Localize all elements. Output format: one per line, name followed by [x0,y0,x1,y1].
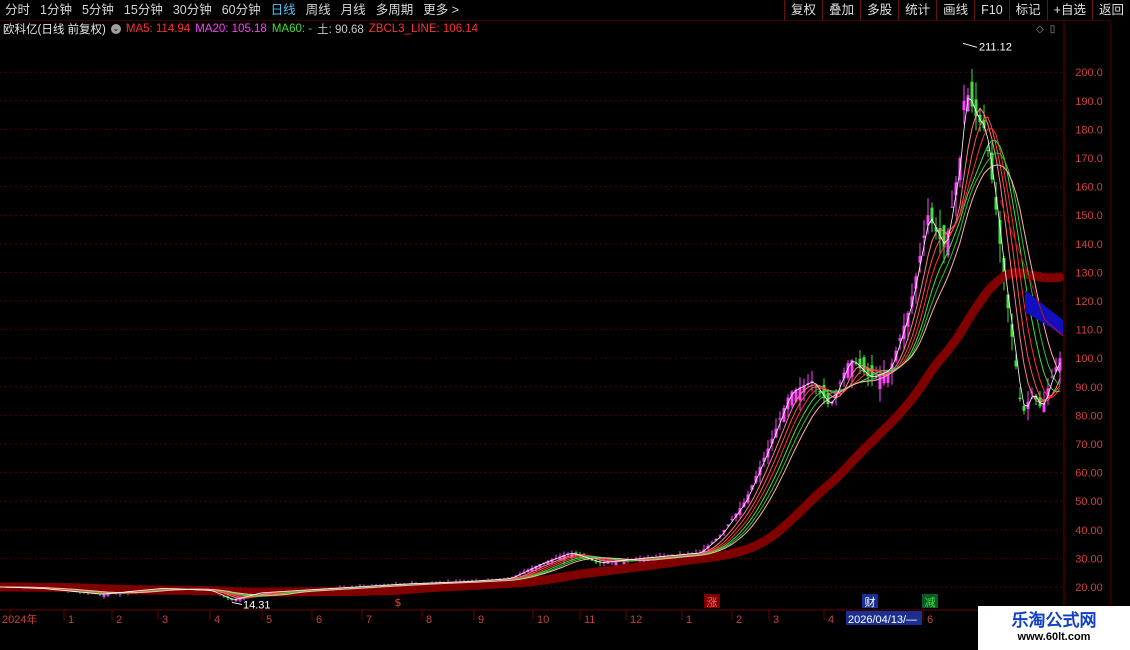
back-button[interactable]: 返回 [1091,0,1130,20]
side-panel [1110,20,1130,630]
event-marker: 涨 [707,596,718,609]
candle-body [594,561,598,563]
restore-rights-button[interactable]: 复权 [784,0,822,20]
date-tick-label: 6 [927,614,933,626]
price-tick-label: 110.0 [1076,325,1103,337]
statistics-button[interactable]: 统计 [898,0,936,20]
tab-60min[interactable]: 60分钟 [217,0,266,20]
price-tick-label: 90.00 [1075,382,1103,394]
multi-stock-button[interactable]: 多股 [860,0,898,20]
ma-ribbon-line [0,164,1061,596]
price-tick-label: 60.00 [1075,468,1103,480]
annotations: $ 涨 财 减 211.12 14.31 [231,41,1012,611]
toolbar: 分时 1分钟 5分钟 15分钟 30分钟 60分钟 日线 周线 月线 多周期 更… [0,0,1130,21]
price-tick-label: 200.0 [1075,67,1103,79]
tab-monthly[interactable]: 月线 [336,0,371,20]
tab-15min[interactable]: 15分钟 [119,0,168,20]
low-label: 14.31 [243,599,271,611]
candle-body [1022,405,1026,411]
candle-body [962,100,966,111]
low-pointer [231,601,243,605]
tab-weekly[interactable]: 周线 [301,0,336,20]
event-marker: 财 [865,595,876,609]
candle-body [838,382,842,384]
high-pointer [962,42,978,48]
price-axis: 200.0 190.0 180.0 170.0 160.0 150.0 140.0 130.0… [1063,20,1103,630]
period-tabs: 分时 1分钟 5分钟 15分钟 30分钟 60分钟 日线 周线 月线 多周期 更… [0,0,464,20]
draw-line-button[interactable]: 画线 [936,0,974,20]
date-tick-label: 5 [266,614,272,626]
date-tick-label: 11 [584,614,595,626]
event-marker: 减 [925,596,936,609]
date-tick-label: 12 [630,614,642,626]
tab-daily[interactable]: 日线 [266,0,301,20]
tab-multi-period[interactable]: 多周期 [371,0,419,20]
price-tick-label: 80.00 [1075,410,1103,422]
candle-body [950,206,954,208]
ma-ribbon-line [0,128,1061,598]
date-tick-label: 2026/04/13/— [848,614,917,626]
ma-ribbon-line [0,107,1061,599]
tab-30min[interactable]: 30分钟 [168,0,217,20]
long-ma-band [0,267,1065,597]
date-tick-label: 4 [828,614,834,626]
date-tick-label: 10 [537,614,549,626]
watermark-title: 乐淘公式网 [1011,610,1097,631]
f10-button[interactable]: F10 [974,0,1009,20]
mark-button[interactable]: 标记 [1008,0,1047,20]
tab-1min[interactable]: 1分钟 [35,0,77,20]
candle-body [1018,397,1022,400]
event-marker: $ [395,596,402,609]
price-tick-label: 20.00 [1075,582,1103,594]
ma5-line [0,97,1061,600]
date-tick-label: 7 [366,614,372,626]
date-tick-label: 1 [68,614,74,626]
price-tick-label: 100.0 [1075,353,1103,365]
date-tick-label: 3 [162,614,168,626]
date-axis: 2024年 1 2 3 4 5 6 7 8 9 10 11 12 1 2 3 4 2026/04/13/— 6 [0,609,1110,626]
watermark-logo: 乐淘公式网 www.60lt.com [978,606,1130,650]
watermark-url: www.60lt.com [1017,631,1091,644]
price-tick-label: 70.00 [1075,439,1103,451]
ma-ribbon-line [0,140,1061,597]
price-tick-label: 180.0 [1075,124,1103,136]
tab-5min[interactable]: 5分钟 [77,0,119,20]
price-tick-label: 40.00 [1075,525,1103,537]
add-watchlist-button[interactable]: +自选 [1046,0,1092,20]
tab-more[interactable]: 更多 > [418,0,464,20]
price-tick-label: 120.0 [1075,296,1103,308]
high-label: 211.12 [979,41,1012,53]
date-tick-label: 3 [773,614,779,626]
date-tick-label: 2 [116,614,122,626]
price-tick-label: 50.00 [1075,496,1103,508]
right-button-group: 复权 叠加 多股 统计 画线 F10 标记 +自选 返回 [784,0,1130,20]
price-tick-label: 190.0 [1075,96,1103,108]
price-tick-label: 130.0 [1075,267,1103,279]
date-tick-label: 1 [686,614,692,626]
date-tick-label: 2024年 [2,612,37,626]
price-tick-label: 140.0 [1075,239,1103,251]
price-tick-label: 150.0 [1075,210,1103,222]
date-tick-label: 4 [214,614,220,626]
date-tick-label: 6 [316,614,322,626]
date-tick-label: 8 [426,614,432,626]
price-tick-label: 170.0 [1075,153,1103,165]
candle-body [922,235,926,238]
candlestick-chart[interactable]: 200.0190.0180.0170.0160.0150.0140.0130.0… [0,20,1110,630]
date-tick-label: 2 [736,614,742,626]
date-tick-label: 9 [478,614,484,626]
overlay-button[interactable]: 叠加 [822,0,860,20]
candle-body [778,418,782,420]
candle-body [986,150,990,152]
tab-intraday[interactable]: 分时 [0,0,35,20]
price-tick-label: 30.00 [1075,553,1103,565]
price-tick-label: 160.0 [1075,182,1103,194]
